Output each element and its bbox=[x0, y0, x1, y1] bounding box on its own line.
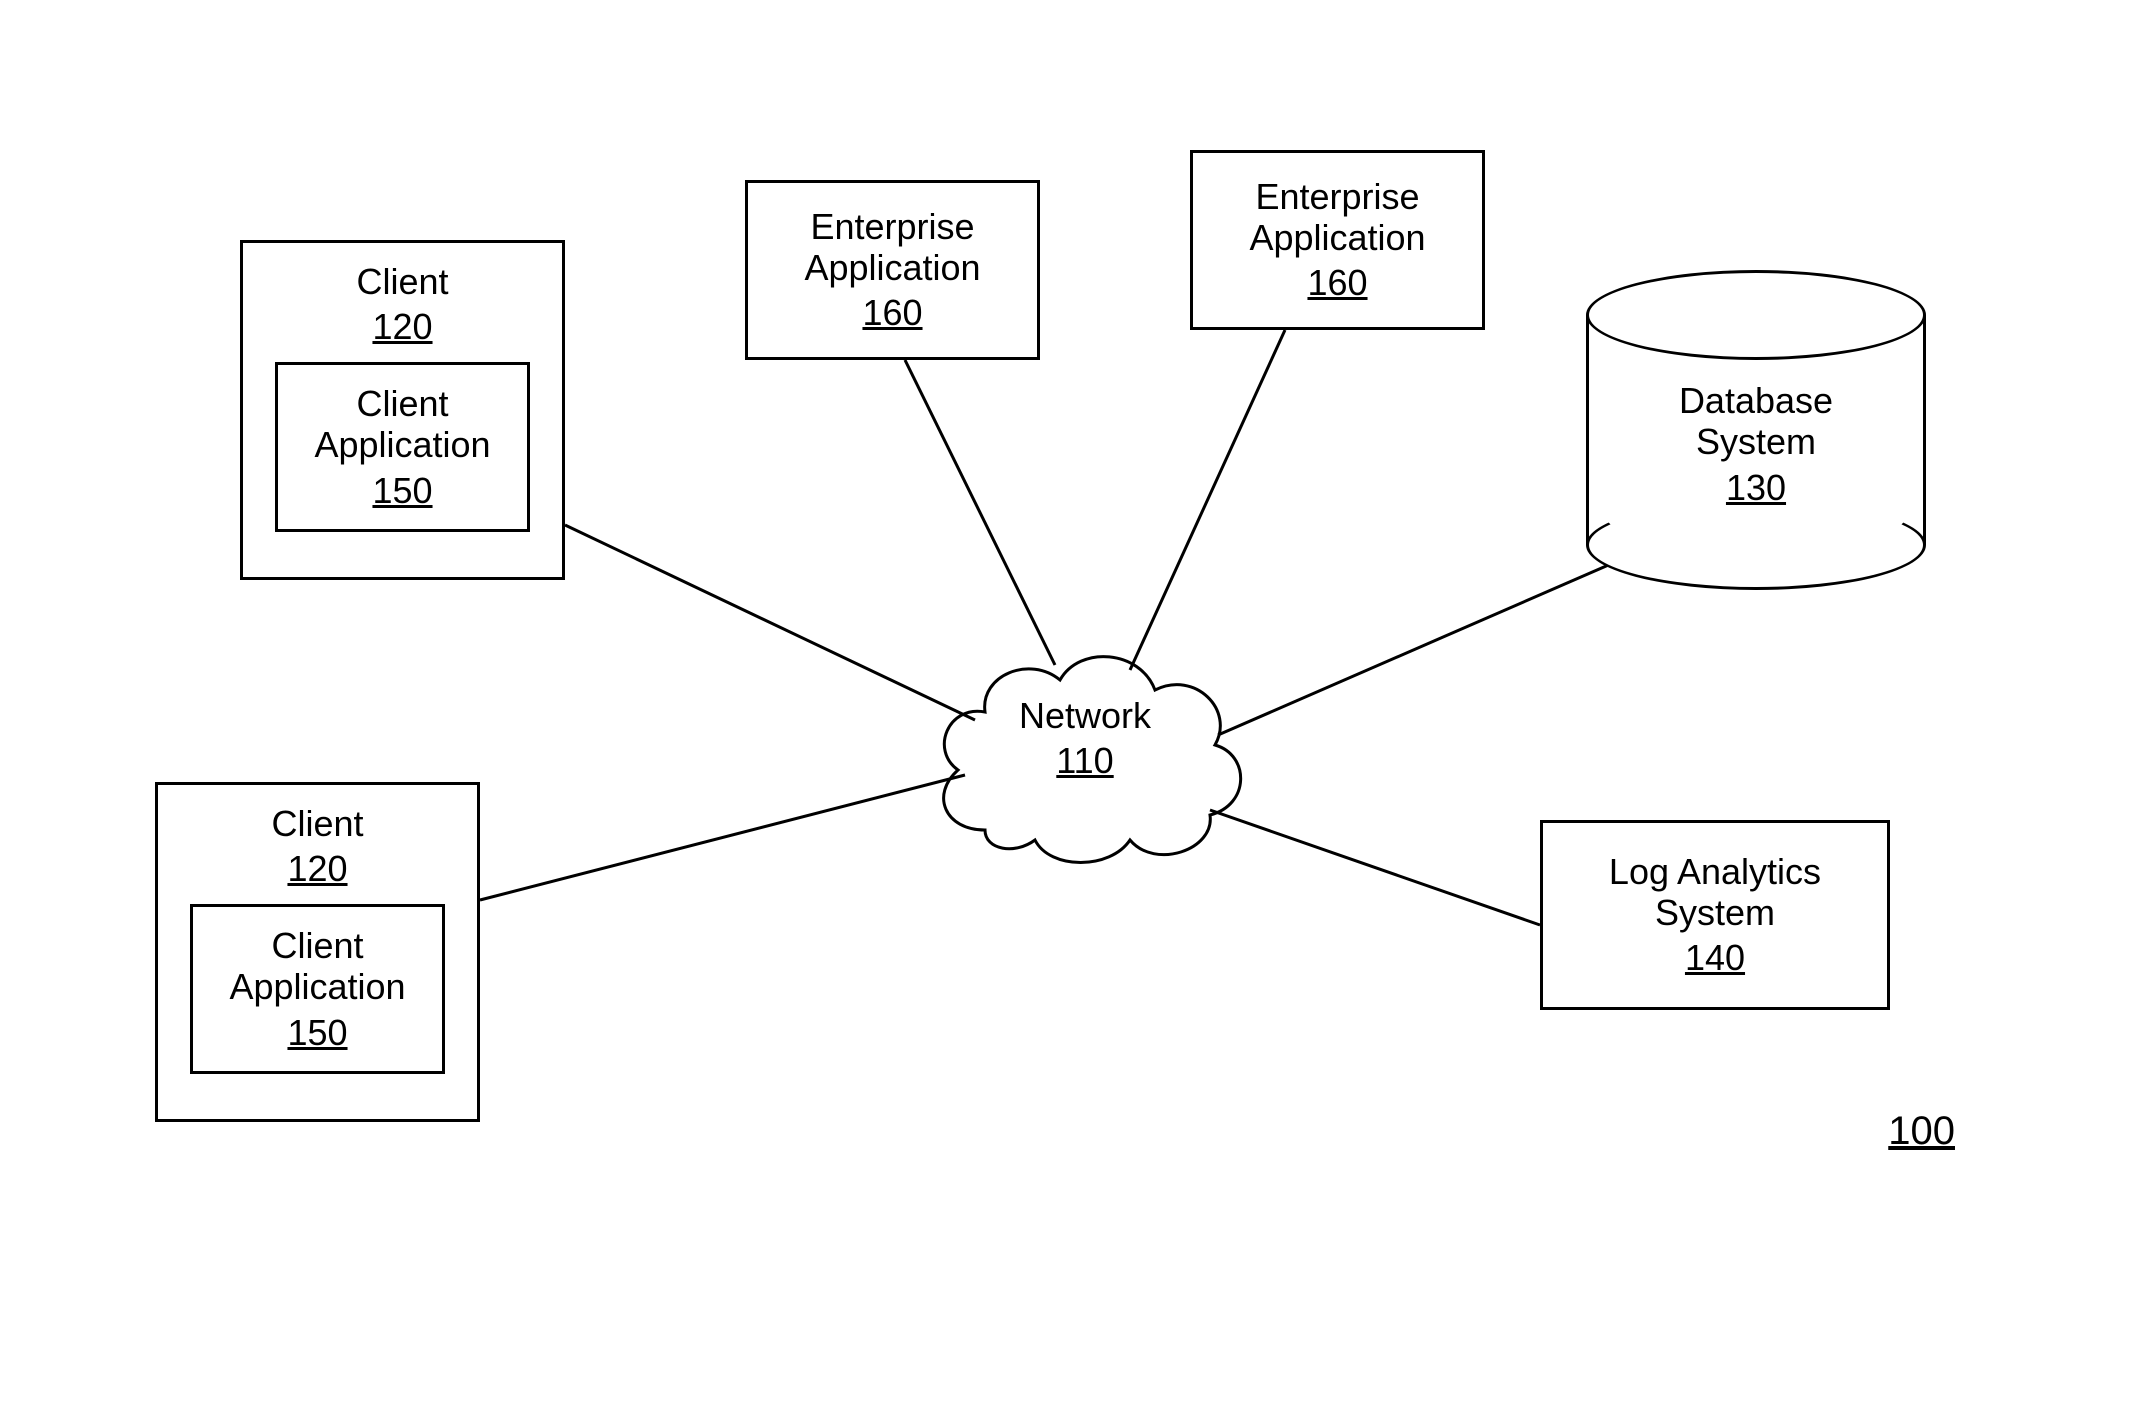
ent2-l1: Enterprise bbox=[1255, 176, 1419, 217]
client1-label: Client bbox=[356, 261, 448, 302]
client1-ref: 120 bbox=[372, 306, 432, 348]
ent1-l1: Enterprise bbox=[810, 206, 974, 247]
log-ref: 140 bbox=[1685, 937, 1745, 979]
network-ref: 110 bbox=[945, 740, 1225, 782]
client1-app-l1: Client bbox=[356, 383, 448, 424]
client1-app-box: Client Application 150 bbox=[275, 362, 530, 532]
log-analytics-node: Log Analytics System 140 bbox=[1540, 820, 1890, 1010]
client2-ref: 120 bbox=[287, 848, 347, 890]
figure-reference-number: 100 bbox=[1888, 1109, 1955, 1154]
ent1-l2: Application bbox=[804, 247, 980, 288]
enterprise-app-node-2: Enterprise Application 160 bbox=[1190, 150, 1485, 330]
ent2-l2: Application bbox=[1249, 217, 1425, 258]
network-node: Network 110 bbox=[945, 640, 1225, 850]
db-l1: Database bbox=[1586, 380, 1926, 421]
client2-app-l2: Application bbox=[229, 966, 405, 1007]
db-ref: 130 bbox=[1586, 467, 1926, 509]
client2-app-l1: Client bbox=[271, 925, 363, 966]
client2-app-ref: 150 bbox=[287, 1012, 347, 1054]
database-node: Database System 130 bbox=[1586, 270, 1926, 590]
ent2-ref: 160 bbox=[1307, 262, 1367, 304]
client1-app-ref: 150 bbox=[372, 470, 432, 512]
network-label: Network bbox=[945, 695, 1225, 736]
client-node-2: Client 120 Client Application 150 bbox=[155, 782, 480, 1122]
enterprise-app-node-1: Enterprise Application 160 bbox=[745, 180, 1040, 360]
client2-label: Client bbox=[271, 803, 363, 844]
client1-app-l2: Application bbox=[314, 424, 490, 465]
client-node-1: Client 120 Client Application 150 bbox=[240, 240, 565, 580]
log-l2: System bbox=[1655, 892, 1775, 933]
db-l2: System bbox=[1586, 421, 1926, 462]
client2-app-box: Client Application 150 bbox=[190, 904, 445, 1074]
log-l1: Log Analytics bbox=[1609, 851, 1821, 892]
ent1-ref: 160 bbox=[862, 292, 922, 334]
